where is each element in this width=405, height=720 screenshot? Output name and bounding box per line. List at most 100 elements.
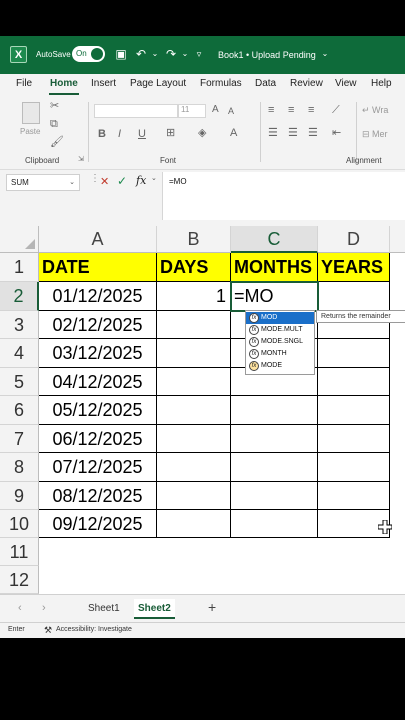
autocomplete-item-mod[interactable]: fx MOD: [246, 312, 314, 324]
name-box[interactable]: SUM ⌄: [6, 174, 80, 191]
row-header[interactable]: 11: [0, 538, 39, 566]
cell-empty[interactable]: [157, 453, 231, 482]
tab-insert[interactable]: Insert: [91, 78, 116, 89]
cell-empty[interactable]: [157, 482, 231, 510]
format-painter-icon[interactable]: 🖌: [50, 136, 64, 148]
tab-file[interactable]: File: [16, 78, 32, 89]
next-sheet-icon[interactable]: ›: [42, 602, 46, 614]
confirm-icon[interactable]: ✓: [117, 174, 127, 188]
cell-d1-years-header[interactable]: YEARS: [318, 253, 390, 282]
row-header[interactable]: 12: [0, 566, 39, 594]
orientation-icon[interactable]: ⟋: [332, 104, 340, 116]
copy-icon[interactable]: ⧉: [50, 118, 58, 130]
row-header[interactable]: 8: [0, 453, 39, 482]
cell-empty[interactable]: [231, 425, 318, 453]
cell-c1-months-header[interactable]: MONTHS: [231, 253, 318, 282]
document-title[interactable]: Book1 • Upload Pending: [218, 50, 316, 60]
cell-date[interactable]: 05/12/2025: [39, 396, 157, 425]
cell-b1-days-header[interactable]: DAYS: [157, 253, 231, 282]
cell-empty[interactable]: [318, 282, 390, 311]
column-header-a[interactable]: A: [39, 226, 157, 253]
add-sheet-icon[interactable]: +: [208, 599, 216, 615]
increase-font-icon[interactable]: A: [212, 104, 219, 116]
merge-button[interactable]: ⊟ Mer: [362, 128, 388, 140]
select-all-corner[interactable]: [0, 226, 39, 253]
autocomplete-item-mode-mult[interactable]: fx MODE.MULT: [246, 324, 314, 336]
redo-dropdown-icon[interactable]: ⌄: [178, 47, 192, 61]
align-top-icon[interactable]: ≡: [268, 104, 274, 116]
font-name-box[interactable]: [94, 104, 178, 118]
align-bottom-icon[interactable]: ≡: [308, 104, 314, 116]
align-center-icon[interactable]: ☰: [288, 127, 298, 139]
clipboard-launcher-icon[interactable]: ⇲: [78, 154, 84, 166]
cell-empty[interactable]: [318, 368, 390, 396]
customize-toolbar-icon[interactable]: ▿: [192, 47, 206, 61]
row-header[interactable]: 1: [0, 253, 39, 282]
cell-empty[interactable]: [318, 339, 390, 368]
sheet-tab-sheet1[interactable]: Sheet1: [84, 599, 124, 619]
autocomplete-item-mode[interactable]: fx MODE: [246, 360, 314, 372]
tab-home[interactable]: Home: [50, 78, 78, 89]
align-right-icon[interactable]: ☰: [308, 127, 318, 139]
cell-date[interactable]: 09/12/2025: [39, 510, 157, 538]
cut-icon[interactable]: ✂: [50, 100, 59, 112]
prev-sheet-icon[interactable]: ‹: [18, 602, 22, 614]
cell-c2-active-editing[interactable]: =MO: [230, 281, 319, 312]
tab-data[interactable]: Data: [255, 78, 276, 89]
insert-function-icon[interactable]: fx: [136, 174, 146, 187]
cell-date[interactable]: 07/12/2025: [39, 453, 157, 482]
title-chevron-icon[interactable]: ⌄: [318, 47, 332, 61]
wrap-text-button[interactable]: ↵ Wra: [362, 104, 388, 116]
cancel-icon[interactable]: ✕: [100, 175, 109, 188]
cell-a1-date-header[interactable]: DATE: [39, 253, 157, 282]
sheet-tab-sheet2[interactable]: Sheet2: [134, 599, 175, 619]
cell-empty[interactable]: [231, 510, 318, 538]
cell-empty[interactable]: [318, 453, 390, 482]
paste-icon[interactable]: [22, 102, 40, 124]
column-header-d[interactable]: D: [318, 226, 390, 253]
column-header-e[interactable]: [390, 226, 405, 253]
cell-empty[interactable]: [318, 396, 390, 425]
borders-icon[interactable]: ⊞: [166, 127, 175, 139]
cell-empty[interactable]: [157, 311, 231, 339]
row-header[interactable]: 10: [0, 510, 39, 538]
bold-icon[interactable]: B: [98, 128, 106, 140]
cell-date[interactable]: 06/12/2025: [39, 425, 157, 453]
row-header[interactable]: 2: [0, 282, 39, 311]
row-header[interactable]: 9: [0, 482, 39, 510]
indent-icon[interactable]: ⇤: [332, 127, 341, 139]
accessibility-status[interactable]: Accessibility: Investigate: [56, 623, 132, 637]
formula-input[interactable]: =MO: [162, 172, 405, 220]
cell-empty[interactable]: [157, 425, 231, 453]
cell-empty[interactable]: [157, 510, 231, 538]
cell-empty[interactable]: [231, 482, 318, 510]
undo-dropdown-icon[interactable]: ⌄: [148, 47, 162, 61]
align-middle-icon[interactable]: ≡: [288, 104, 294, 116]
decrease-font-icon[interactable]: A: [228, 105, 234, 117]
cell-empty[interactable]: [157, 396, 231, 425]
cell-empty[interactable]: [157, 368, 231, 396]
cell-date[interactable]: 02/12/2025: [39, 311, 157, 339]
cell-date[interactable]: 04/12/2025: [39, 368, 157, 396]
row-header[interactable]: 3: [0, 311, 39, 339]
tab-help[interactable]: Help: [371, 78, 392, 89]
cell-date[interactable]: 01/12/2025: [39, 282, 157, 311]
save-icon[interactable]: ▣: [114, 47, 128, 61]
row-header[interactable]: 5: [0, 368, 39, 396]
tab-review[interactable]: Review: [290, 78, 323, 89]
tab-view[interactable]: View: [335, 78, 357, 89]
cell-empty[interactable]: [318, 482, 390, 510]
redo-icon[interactable]: ↷: [164, 47, 178, 61]
fill-color-icon[interactable]: ◈: [198, 127, 206, 139]
tab-page-layout[interactable]: Page Layout: [130, 78, 186, 89]
autosave-toggle[interactable]: On: [72, 46, 105, 62]
undo-icon[interactable]: ↶: [134, 47, 148, 61]
cell-date[interactable]: 08/12/2025: [39, 482, 157, 510]
font-size-box[interactable]: 11: [178, 104, 206, 118]
row-header[interactable]: 6: [0, 396, 39, 425]
name-box-chevron-icon[interactable]: ⌄: [69, 175, 75, 190]
fx-chevron-icon[interactable]: ⌄: [151, 174, 157, 182]
underline-icon[interactable]: U: [138, 128, 146, 140]
cell-empty[interactable]: [231, 396, 318, 425]
italic-icon[interactable]: I: [118, 128, 121, 140]
